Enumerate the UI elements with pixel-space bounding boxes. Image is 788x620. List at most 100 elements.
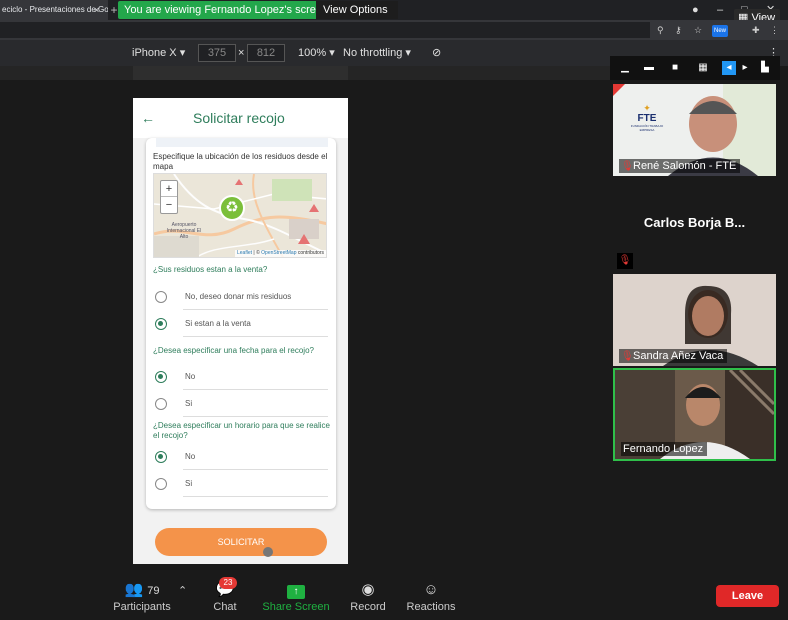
address-bar: ⚲ ⚷ ☆ ✚ ⋮ [0, 20, 788, 40]
participants-caret-icon[interactable]: ⌃ [178, 584, 187, 597]
radio-for-sale[interactable] [155, 318, 167, 330]
participant-name: 🎙Sandra Añez Vaca [619, 349, 728, 363]
page-next-icon[interactable]: ▸ [738, 61, 752, 75]
divider [183, 389, 328, 390]
osm-link[interactable]: OpenStreetMap [261, 250, 296, 256]
exit-gallery-icon[interactable]: ▙ [758, 61, 772, 75]
participant-name-text: René Salomón - FTE [633, 160, 737, 172]
radio-schedule-yes[interactable] [155, 478, 167, 490]
puzzle-icon[interactable]: ✚ [752, 23, 760, 37]
card-top-strip [156, 138, 328, 147]
record-button[interactable]: ◉ Record [348, 580, 388, 614]
participants-button[interactable]: 👥 79 Participants [112, 580, 172, 614]
map-zoom-out-button[interactable]: − [161, 197, 177, 213]
throttling-label: No throttling [343, 47, 403, 59]
map-place-label: Aeropuerto Internacional El Alto [166, 222, 202, 240]
view-options-label: View Options [323, 4, 388, 16]
participants-count: 79 [147, 585, 160, 597]
map-zoom-in-button[interactable]: + [161, 181, 177, 197]
option-label: Si [185, 399, 193, 408]
meeting-toolbar: 👥 79 Participants ⌃ 💬 23 Chat ↑ Share Sc… [0, 576, 788, 620]
radio-schedule-no[interactable] [155, 451, 167, 463]
width-input[interactable]: 375 [198, 44, 236, 62]
option-label: Si estan a la venta [185, 319, 251, 328]
participant-tile[interactable]: ✦ FTE FUNDACIÓN TRABAJO EMPRESA 🎙René Sa… [613, 84, 776, 176]
leave-button[interactable]: Leave [716, 585, 779, 607]
throttling-select[interactable]: No throttling ▾ [343, 40, 411, 66]
radio-date-yes[interactable] [155, 398, 167, 410]
key-icon[interactable]: ⚷ [675, 23, 682, 37]
phone-viewport: ← Solicitar recojo Especifique la ubicac… [133, 98, 348, 564]
map-zoom-control: + − [160, 180, 178, 214]
radio-date-no[interactable] [155, 371, 167, 383]
mic-off-icon: 🎙 [617, 253, 633, 269]
height-input[interactable]: 812 [247, 44, 285, 62]
fte-logo: ✦ FTE FUNDACIÓN TRABAJO EMPRESA [627, 103, 667, 133]
radio-donate[interactable] [155, 291, 167, 303]
star-icon: ✦ [643, 103, 651, 113]
dimension-times: × [238, 47, 245, 59]
option-date-no[interactable]: No [146, 364, 336, 390]
zoom-select[interactable]: 100% ▾ [298, 40, 335, 66]
url-field[interactable] [0, 22, 650, 38]
kebab-menu-icon[interactable]: ⋮ [770, 23, 779, 37]
record-icon: ◉ [361, 581, 375, 598]
share-screen-label: Share Screen [262, 601, 330, 613]
request-form-card: Especifique la ubicación de los residuos… [146, 138, 336, 509]
active-speaker-tile[interactable]: Fernando Lopez [613, 368, 776, 461]
view-options-button[interactable]: View Options ⌄ [316, 1, 398, 34]
recycle-marker-icon[interactable]: ♻ [219, 195, 245, 221]
mic-off-icon: 🎙 [621, 351, 634, 362]
browser-tab-title: eciclo - Presentaciones de Go [2, 5, 108, 14]
layout-medium-icon[interactable]: ▬ [642, 61, 656, 75]
chat-badge: 23 [219, 577, 237, 589]
location-map[interactable]: + − Aeropuerto Internacional El Alto ♻ L… [153, 173, 327, 258]
question-sale: ¿Sus residuos estan a la venta? [153, 265, 268, 274]
location-label: Especifique la ubicación de los residuos… [153, 152, 328, 171]
option-schedule-no[interactable]: No [146, 444, 336, 470]
gallery-controls: ▁ ▬ ■ ▦ ◂ ▸ ▙ [610, 56, 780, 80]
reactions-button[interactable]: ☺ Reactions [404, 580, 458, 614]
participant-name-text: Sandra Añez Vaca [633, 350, 724, 362]
page-prev-icon[interactable]: ◂ [722, 61, 736, 75]
device-select[interactable]: iPhone X ▾ [132, 40, 185, 66]
layout-small-icon[interactable]: ▁ [618, 61, 632, 75]
divider [183, 496, 328, 497]
chat-button[interactable]: 💬 23 Chat [205, 577, 245, 614]
option-schedule-yes[interactable]: Si [146, 471, 336, 497]
option-for-sale[interactable]: Si estan a la venta [146, 311, 336, 337]
gallery-grid-icon[interactable]: ▦ [696, 61, 710, 75]
leaflet-link[interactable]: Leaflet [237, 250, 252, 256]
browser-tab[interactable]: eciclo - Presentaciones de Go × [0, 0, 108, 20]
star-icon[interactable]: ☆ [694, 23, 702, 37]
option-label: No [185, 372, 196, 381]
layout-large-icon[interactable]: ■ [668, 61, 682, 75]
divider [183, 309, 328, 310]
share-screen-icon: ↑ [287, 585, 305, 599]
location-pin-icon[interactable]: ⚲ [657, 23, 664, 37]
chat-label: Chat [213, 601, 237, 613]
option-label: No [185, 452, 196, 461]
record-label: Record [350, 601, 386, 613]
participant-name-text: Carlos Borja B... [643, 215, 746, 230]
option-label: No, deseo donar mis residuos [185, 292, 292, 301]
option-donate[interactable]: No, deseo donar mis residuos [146, 284, 336, 310]
question-date: ¿Desea especificar una fecha para el rec… [153, 346, 314, 355]
mic-off-icon: 🎙 [621, 161, 634, 172]
submit-button[interactable]: SOLICITAR [155, 528, 327, 556]
share-screen-button[interactable]: ↑ Share Screen [262, 580, 330, 614]
tab-close-icon[interactable]: × [94, 0, 104, 20]
option-date-yes[interactable]: Si [146, 391, 336, 417]
attribution-separator: | © [252, 250, 262, 256]
participant-tile[interactable]: Carlos Borja B... 🎙 [613, 179, 776, 271]
question-schedule: ¿Desea especificar un horario para que s… [153, 421, 330, 440]
minimize-icon[interactable]: – [717, 2, 723, 18]
participant-tile[interactable]: 🎙Sandra Añez Vaca [613, 274, 776, 366]
participants-label: Participants [113, 601, 171, 613]
option-label: Si [185, 479, 193, 488]
back-arrow-icon[interactable]: ← [141, 108, 157, 128]
reactions-label: Reactions [406, 601, 456, 613]
zoom-label: 100% [298, 47, 327, 59]
rotate-icon[interactable]: ⊘ [432, 40, 441, 66]
fte-logo-name: FTE [637, 113, 657, 124]
